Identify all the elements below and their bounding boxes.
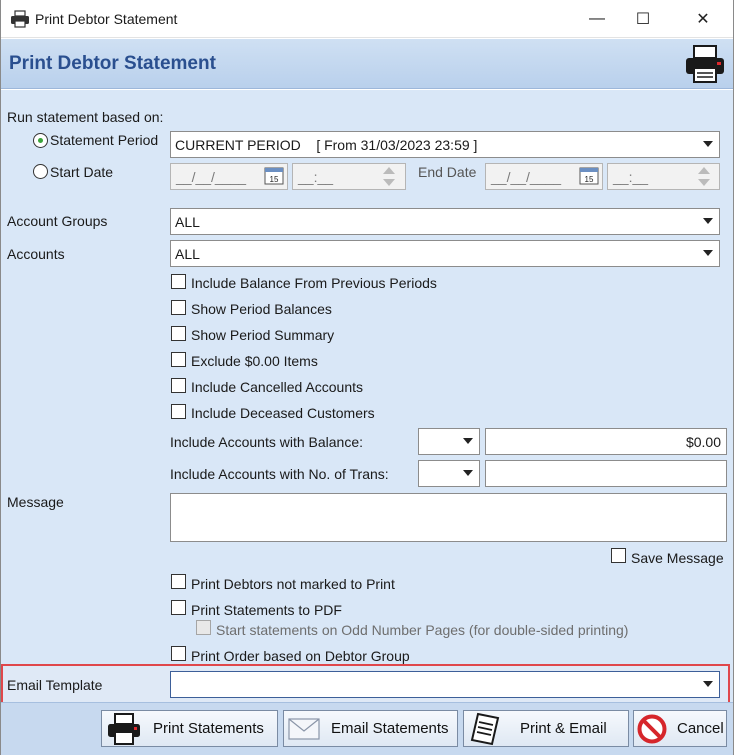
statement-period-value: CURRENT PERIOD [ From 31/03/2023 23:59 ] bbox=[175, 136, 478, 153]
window-title: Print Debtor Statement bbox=[35, 11, 178, 27]
statement-period-radio[interactable] bbox=[33, 133, 48, 148]
to-pdf-label: Print Statements to PDF bbox=[191, 602, 342, 618]
print-statements-label: Print Statements bbox=[153, 720, 264, 737]
end-time-spinner-up-icon[interactable] bbox=[698, 167, 710, 174]
to-pdf-checkbox[interactable] bbox=[171, 600, 186, 615]
option-checkbox[interactable] bbox=[171, 326, 186, 341]
page-title: Print Debtor Statement bbox=[9, 53, 216, 74]
start-date-value: __/__/____ bbox=[176, 168, 247, 185]
not-marked-checkbox[interactable] bbox=[171, 574, 186, 589]
end-date-value: __/__/____ bbox=[491, 168, 562, 185]
account-groups-label: Account Groups bbox=[7, 213, 108, 229]
start-time-spinner-up-icon[interactable] bbox=[383, 167, 395, 174]
end-time-value: __:__ bbox=[613, 168, 649, 185]
option-label: Include Deceased Customers bbox=[191, 405, 375, 421]
chevron-down-icon bbox=[703, 218, 713, 224]
chevron-down-icon bbox=[703, 141, 713, 147]
print-email-label: Print & Email bbox=[520, 720, 607, 737]
close-button[interactable]: ✕ bbox=[680, 0, 726, 38]
email-statements-label: Email Statements bbox=[331, 720, 449, 737]
window-border bbox=[0, 0, 1, 755]
accounts-select[interactable]: ALL bbox=[170, 240, 720, 267]
option-checkbox[interactable] bbox=[171, 404, 186, 419]
chevron-down-icon bbox=[703, 250, 713, 256]
option-checkbox[interactable] bbox=[171, 378, 186, 393]
statement-period-label: Statement Period bbox=[50, 132, 159, 148]
accounts-value: ALL bbox=[175, 245, 200, 262]
trans-operator-select[interactable] bbox=[418, 460, 480, 487]
odd-pages-checkbox[interactable] bbox=[196, 620, 211, 635]
option-label: Include Balance From Previous Periods bbox=[191, 275, 437, 291]
end-date-label: End Date bbox=[418, 164, 477, 180]
email-template-select[interactable] bbox=[170, 671, 720, 698]
calendar-day: 15 bbox=[585, 175, 594, 184]
envelope-icon bbox=[288, 717, 320, 740]
balance-filter-label: Include Accounts with Balance: bbox=[170, 434, 364, 450]
trans-value-input[interactable] bbox=[485, 460, 727, 487]
maximize-icon: ☐ bbox=[635, 11, 651, 28]
start-time-value: __:__ bbox=[298, 168, 334, 185]
close-icon: ✕ bbox=[696, 11, 710, 28]
run-based-on-label: Run statement based on: bbox=[7, 109, 164, 125]
chevron-down-icon bbox=[463, 438, 473, 444]
chevron-down-icon bbox=[463, 470, 473, 476]
receipt-icon bbox=[468, 712, 502, 746]
end-time-spinner-down-icon[interactable] bbox=[698, 179, 710, 186]
start-date-radio[interactable] bbox=[33, 164, 48, 179]
cancel-icon bbox=[637, 714, 667, 744]
calendar-icon[interactable]: 15 bbox=[579, 165, 599, 185]
balance-operator-select[interactable] bbox=[418, 428, 480, 455]
statement-period-select[interactable]: CURRENT PERIOD [ From 31/03/2023 23:59 ] bbox=[170, 131, 720, 158]
option-label: Show Period Summary bbox=[191, 327, 335, 343]
printer-app-icon bbox=[10, 10, 30, 28]
option-checkbox[interactable] bbox=[171, 274, 186, 289]
minimize-icon: — bbox=[589, 10, 605, 27]
print-statements-button[interactable]: Print Statements bbox=[101, 710, 278, 747]
calendar-day: 15 bbox=[270, 175, 279, 184]
calendar-icon[interactable]: 15 bbox=[264, 165, 284, 185]
message-textarea[interactable] bbox=[170, 493, 727, 542]
option-label: Include Cancelled Accounts bbox=[191, 379, 363, 395]
chevron-down-icon bbox=[703, 681, 713, 687]
start-time-spinner-down-icon[interactable] bbox=[383, 179, 395, 186]
print-email-button[interactable]: Print & Email bbox=[463, 710, 629, 747]
start-date-label: Start Date bbox=[50, 164, 114, 180]
odd-pages-label: Start statements on Odd Number Pages (fo… bbox=[216, 622, 629, 638]
save-message-checkbox[interactable] bbox=[611, 548, 626, 563]
save-message-label: Save Message bbox=[631, 550, 724, 566]
order-group-label: Print Order based on Debtor Group bbox=[191, 648, 410, 664]
minimize-button[interactable]: — bbox=[574, 0, 620, 38]
not-marked-label: Print Debtors not marked to Print bbox=[191, 576, 395, 592]
balance-value: $0.00 bbox=[685, 433, 721, 450]
option-checkbox[interactable] bbox=[171, 352, 186, 367]
cancel-button[interactable]: Cancel bbox=[633, 710, 727, 747]
option-label: Exclude $0.00 Items bbox=[191, 353, 318, 369]
printer-icon bbox=[684, 44, 726, 84]
account-groups-value: ALL bbox=[175, 213, 200, 230]
printer-icon bbox=[106, 712, 142, 746]
cancel-label: Cancel bbox=[677, 720, 724, 737]
option-label: Show Period Balances bbox=[191, 301, 332, 317]
trans-filter-label: Include Accounts with No. of Trans: bbox=[170, 466, 389, 482]
account-groups-select[interactable]: ALL bbox=[170, 208, 720, 235]
message-label: Message bbox=[7, 494, 64, 510]
accounts-label: Accounts bbox=[7, 246, 65, 262]
email-template-label: Email Template bbox=[7, 677, 103, 693]
email-statements-button[interactable]: Email Statements bbox=[283, 710, 458, 747]
balance-value-input[interactable]: $0.00 bbox=[485, 428, 727, 455]
order-group-checkbox[interactable] bbox=[171, 646, 186, 661]
maximize-button[interactable]: ☐ bbox=[620, 0, 666, 38]
option-checkbox[interactable] bbox=[171, 300, 186, 315]
